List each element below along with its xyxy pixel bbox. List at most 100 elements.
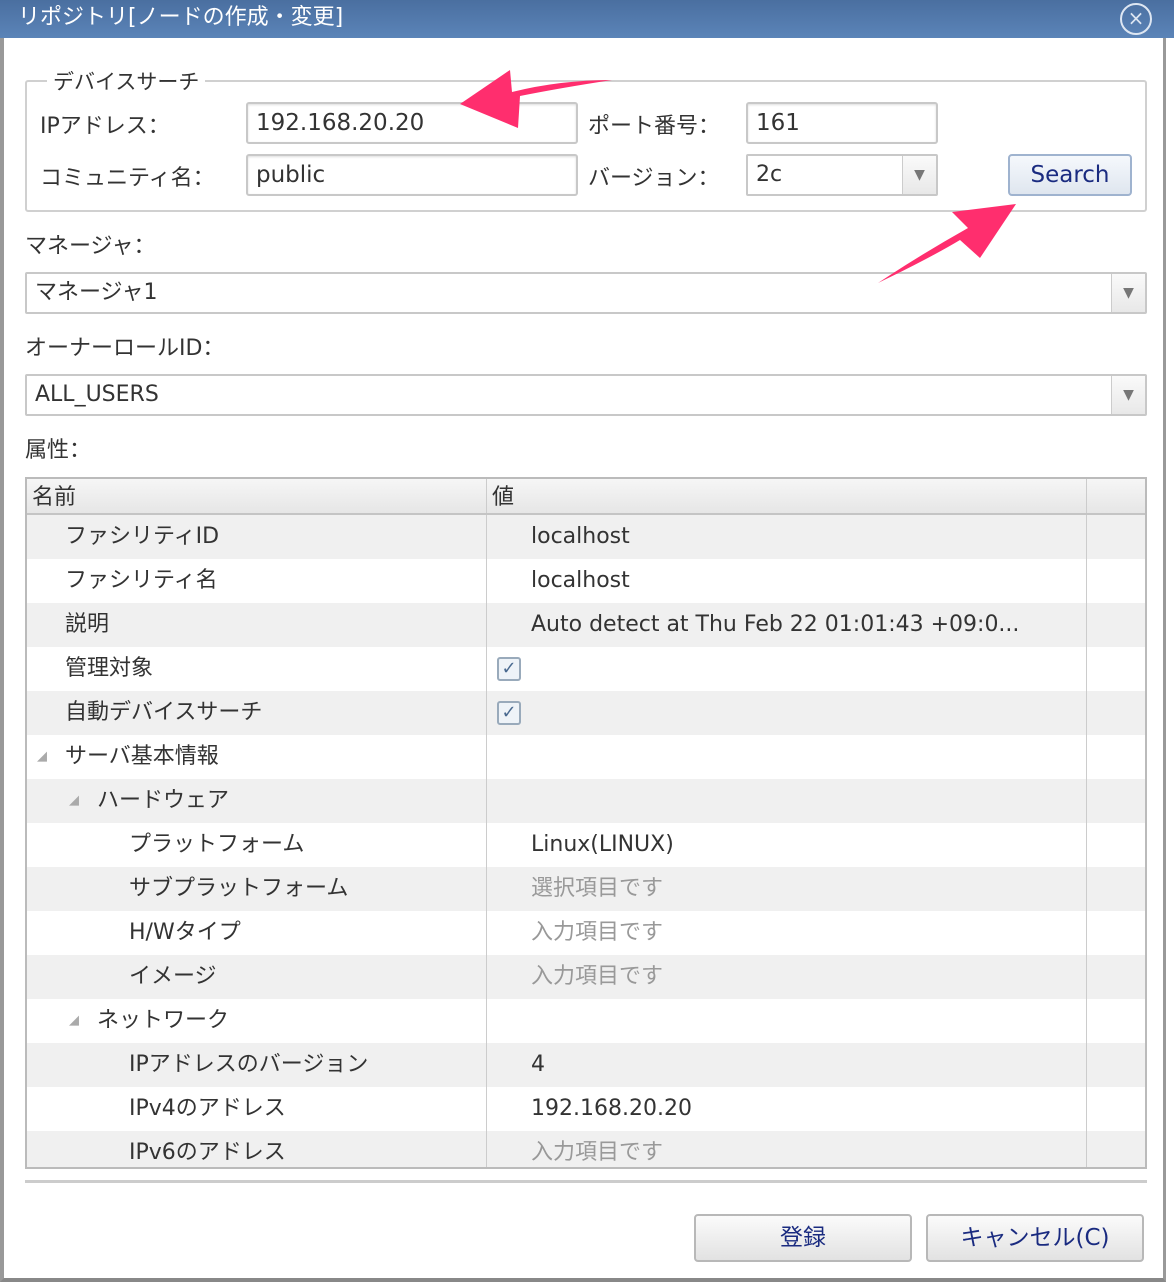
table-row[interactable]: IPv6のアドレス 入力項目です [27,1131,1145,1167]
row-name: イメージ [129,964,217,989]
cell-extra [1087,999,1145,1043]
table-row[interactable]: サブプラットフォーム 選択項目です [27,867,1145,911]
row-name: H/Wタイプ [129,920,241,945]
cell-value[interactable]: 入力項目です [487,911,1087,955]
table-row[interactable]: IPアドレスのバージョン 4 [27,1043,1145,1087]
cell-extra [1087,603,1145,647]
table-row[interactable]: ◢ サーバ基本情報 [27,735,1145,779]
expand-triangle-icon[interactable]: ◢ [69,779,79,823]
cell-value[interactable]: 入力項目です [487,955,1087,999]
row-name: 説明 [65,612,110,637]
ip-address-input[interactable]: 192.168.20.20 [246,102,578,144]
row-name: 自動デバイスサーチ [65,700,263,725]
row-name: サーバ基本情報 [65,744,219,769]
cell-name: 自動デバイスサーチ [27,691,487,735]
cell-name: ファシリティID [27,515,487,559]
table-row[interactable]: ◢ ハードウェア [27,779,1145,823]
cell-value[interactable]: localhost [487,559,1087,603]
header-value[interactable]: 値 [487,479,1087,513]
row-name: ファシリティ名 [65,568,218,593]
cell-value[interactable]: 4 [487,1043,1087,1087]
cell-extra [1087,955,1145,999]
table-row[interactable]: IPv4のアドレス 192.168.20.20 [27,1087,1145,1131]
cell-value[interactable]: Auto detect at Thu Feb 22 01:01:43 +09:0… [487,603,1087,647]
cell-value[interactable]: ✓ [487,647,1087,691]
device-search-legend: デバイスサーチ [53,70,200,94]
cell-name: ◢ ネットワーク [27,999,487,1043]
table-row[interactable]: 管理対象 ✓ [27,647,1145,691]
close-button[interactable]: × [1120,3,1152,35]
community-input[interactable]: public [246,154,578,196]
cell-value[interactable]: 192.168.20.20 [487,1087,1087,1131]
value-placeholder: 入力項目です [531,1140,664,1165]
header-extra [1087,479,1145,513]
cell-name: 説明 [27,603,487,647]
cell-value[interactable] [487,779,1087,823]
version-value: 2c [756,162,783,187]
owner-value: ALL_USERS [35,382,159,407]
cell-extra [1087,1043,1145,1087]
row-name: プラットフォーム [129,832,305,857]
cell-name: イメージ [27,955,487,999]
chevron-down-icon: ▼ [1111,376,1145,414]
table-row[interactable]: ファシリティ名 localhost [27,559,1145,603]
row-name: サブプラットフォーム [129,876,349,901]
close-icon: × [1127,6,1145,30]
cell-value[interactable]: Linux(LINUX) [487,823,1087,867]
value-text: 4 [531,1052,545,1077]
attributes-label: 属性： [25,438,92,463]
cell-extra [1087,1131,1145,1167]
version-label: バージョン： [588,166,720,191]
cell-name: プラットフォーム [27,823,487,867]
cell-extra [1087,911,1145,955]
row-name: ハードウェア [97,788,230,813]
table-row[interactable]: イメージ 入力項目です [27,955,1145,999]
cell-extra [1087,823,1145,867]
table-row[interactable]: ファシリティID localhost [27,515,1145,559]
divider [25,1180,1147,1183]
value-placeholder: 選択項目です [531,876,664,901]
attributes-table: 名前 値 ファシリティID localhost ファシリティ名 localhost 説明… [25,477,1147,1169]
cell-extra [1087,691,1145,735]
manager-select[interactable]: マネージャ1 ▼ [25,272,1147,314]
table-row[interactable]: H/Wタイプ 入力項目です [27,911,1145,955]
checkbox[interactable]: ✓ [497,657,521,681]
header-name[interactable]: 名前 [27,479,487,513]
table-row[interactable]: 自動デバイスサーチ ✓ [27,691,1145,735]
dialog-title: リポジトリ[ノードの作成・変更] [0,0,1174,38]
cell-value[interactable]: ✓ [487,691,1087,735]
cell-name: IPv6のアドレス [27,1131,487,1167]
cell-name: H/Wタイプ [27,911,487,955]
cell-name: 管理対象 [27,647,487,691]
value-text: Linux(LINUX) [531,832,674,857]
cell-value[interactable]: 入力項目です [487,1131,1087,1167]
title-text: リポジトリ[ノードの作成・変更] [18,5,344,30]
register-button[interactable]: 登録 [694,1214,912,1262]
table-row[interactable]: ◢ ネットワーク [27,999,1145,1043]
expand-triangle-icon[interactable]: ◢ [69,999,79,1043]
cell-name: ファシリティ名 [27,559,487,603]
cancel-button[interactable]: キャンセル(C) [926,1214,1144,1262]
cell-value[interactable]: 選択項目です [487,867,1087,911]
value-text: Auto detect at Thu Feb 22 01:01:43 +09:0… [531,612,1020,637]
checkbox[interactable]: ✓ [497,701,521,725]
version-select[interactable]: 2c ▼ [746,154,938,196]
table-header: 名前 値 [27,479,1145,515]
value-placeholder: 入力項目です [531,964,664,989]
cell-value[interactable] [487,735,1087,779]
cell-extra [1087,559,1145,603]
cell-value[interactable] [487,999,1087,1043]
expand-triangle-icon[interactable]: ◢ [37,735,47,779]
port-input[interactable]: 161 [746,102,938,144]
value-text: 192.168.20.20 [531,1096,692,1121]
value-text: localhost [531,524,630,549]
owner-role-select[interactable]: ALL_USERS ▼ [25,374,1147,416]
table-row[interactable]: プラットフォーム Linux(LINUX) [27,823,1145,867]
table-row[interactable]: 説明 Auto detect at Thu Feb 22 01:01:43 +09… [27,603,1145,647]
cell-extra [1087,1087,1145,1131]
cell-value[interactable]: localhost [487,515,1087,559]
cell-extra [1087,647,1145,691]
cell-extra [1087,779,1145,823]
cell-name: IPアドレスのバージョン [27,1043,487,1087]
search-button[interactable]: Search [1008,154,1132,196]
